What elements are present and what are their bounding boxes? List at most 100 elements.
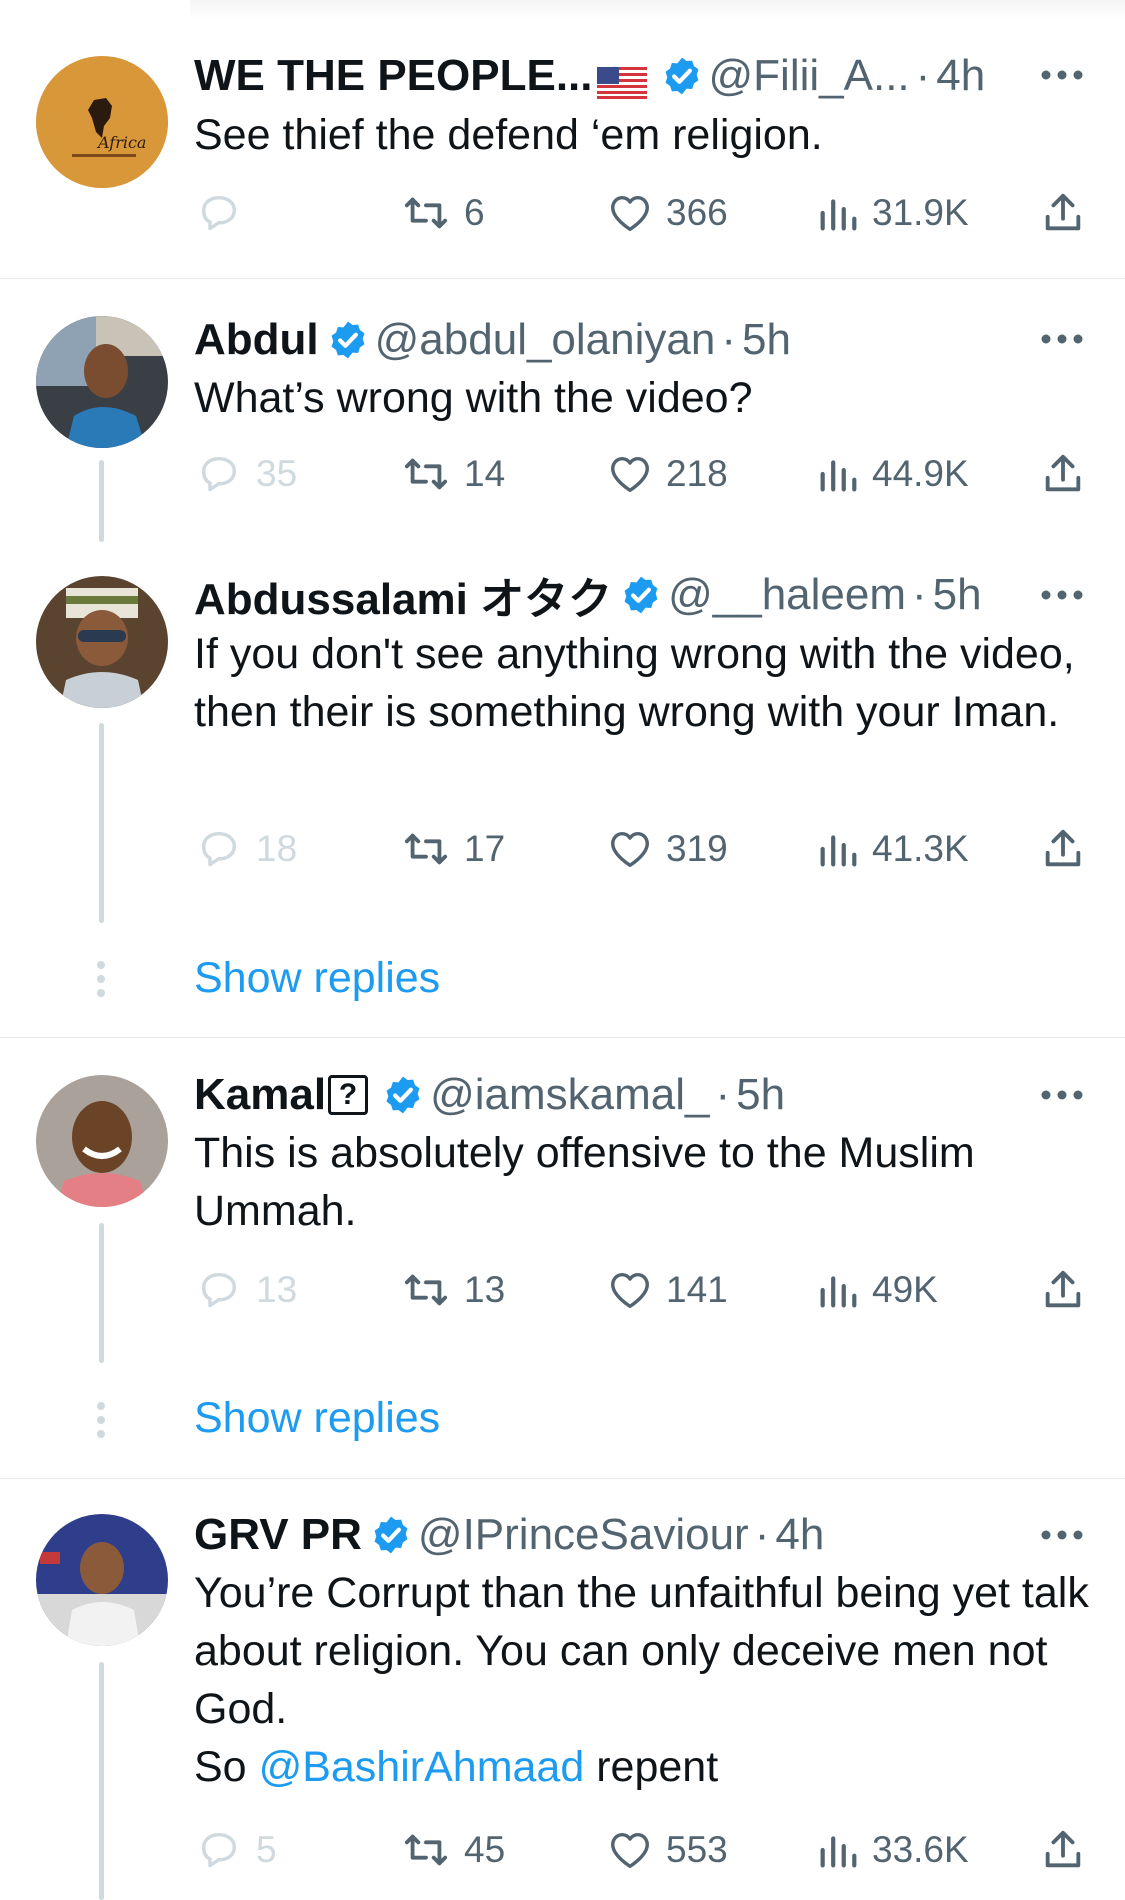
like-button[interactable]: 319 xyxy=(606,819,728,879)
retweet-button[interactable]: 6 xyxy=(400,183,485,243)
retweet-button[interactable]: 13 xyxy=(400,1260,505,1320)
views-button[interactable]: 49K xyxy=(816,1260,938,1320)
share-button[interactable] xyxy=(1040,1820,1086,1880)
like-button[interactable]: 218 xyxy=(606,444,728,504)
like-button[interactable]: 366 xyxy=(606,183,728,243)
avatar[interactable]: Africa xyxy=(36,56,168,188)
views-icon xyxy=(820,835,857,867)
avatar[interactable] xyxy=(36,316,168,448)
user-handle[interactable]: @iamskamal_ xyxy=(430,1070,709,1120)
views-count: 41.3K xyxy=(872,828,969,869)
show-replies-link[interactable]: Show replies xyxy=(194,949,440,1007)
thread-line xyxy=(99,1662,104,1900)
reply-button[interactable] xyxy=(196,183,256,243)
views-count: 49K xyxy=(872,1269,938,1310)
action-bar: 13 13 141 49K xyxy=(194,1260,1094,1320)
retweet-icon xyxy=(404,1834,448,1866)
reply-button[interactable]: 5 xyxy=(196,1820,277,1880)
tweet[interactable]: Abdussalami オタク @__haleem · 5h If you do… xyxy=(0,540,1125,1035)
timestamp[interactable]: 4h xyxy=(936,51,985,101)
reply-count: 13 xyxy=(256,1269,298,1310)
share-button[interactable] xyxy=(1040,819,1086,879)
views-button[interactable]: 41.3K xyxy=(816,819,969,879)
reply-button[interactable]: 13 xyxy=(196,1260,297,1320)
avatar[interactable] xyxy=(36,1514,168,1646)
reply-icon xyxy=(201,195,237,231)
user-handle[interactable]: @IPrinceSaviour xyxy=(418,1510,749,1560)
user-handle[interactable]: @__haleem xyxy=(668,570,906,620)
tweet-text-main: You’re Corrupt than the unfaithful being… xyxy=(194,1569,1089,1733)
separator-dot: · xyxy=(715,1070,731,1119)
share-button[interactable] xyxy=(1040,1260,1086,1320)
reply-button[interactable]: 18 xyxy=(196,819,297,879)
timestamp[interactable]: 4h xyxy=(775,1510,824,1560)
timestamp[interactable]: 5h xyxy=(736,1070,785,1120)
like-count: 141 xyxy=(666,1269,728,1310)
thread-line xyxy=(99,1223,104,1363)
retweet-icon xyxy=(404,197,448,229)
mention-link[interactable]: @BashirAhmaad xyxy=(259,1743,585,1791)
timestamp[interactable]: 5h xyxy=(742,315,791,365)
share-button[interactable] xyxy=(1040,444,1086,504)
like-count: 366 xyxy=(666,192,728,233)
views-count: 44.9K xyxy=(872,453,969,494)
separator-dot: · xyxy=(915,51,931,100)
tweet-text: See thief the defend ‘em religion. xyxy=(194,111,823,159)
retweet-icon xyxy=(404,458,448,490)
tweet-text: If you don't see anything wrong with the… xyxy=(194,630,1075,736)
more-options-icon[interactable] xyxy=(1039,1088,1085,1102)
retweet-button[interactable]: 17 xyxy=(400,819,505,879)
display-name[interactable]: Abdussalami オタク xyxy=(194,563,612,627)
like-count: 319 xyxy=(666,828,728,869)
reply-icon xyxy=(201,1832,237,1868)
like-icon xyxy=(611,831,649,868)
tweet[interactable]: Kamal ? @iamskamal_ · 5h This is absolut… xyxy=(0,1038,1125,1478)
display-name[interactable]: WE THE PEOPLE... xyxy=(194,51,593,101)
reply-count: 18 xyxy=(256,828,298,869)
user-handle[interactable]: @abdul_olaniyan xyxy=(375,315,716,365)
display-name[interactable]: GRV PR xyxy=(194,1510,362,1560)
retweet-button[interactable]: 45 xyxy=(400,1820,505,1880)
more-options-icon[interactable] xyxy=(1039,332,1085,346)
like-count: 553 xyxy=(666,1829,728,1870)
tweet-header: Kamal ? @iamskamal_ · 5h xyxy=(194,1065,785,1125)
views-button[interactable]: 33.6K xyxy=(816,1820,969,1880)
tweet[interactable]: GRV PR @IPrinceSaviour · 4h You’re Corru… xyxy=(0,1479,1125,1900)
action-bar: 35 14 218 44.9K xyxy=(194,444,1094,504)
share-button[interactable] xyxy=(1040,183,1086,243)
views-button[interactable]: 31.9K xyxy=(816,183,969,243)
us-flag-icon xyxy=(596,60,647,99)
reply-icon xyxy=(201,1272,237,1308)
retweet-count: 14 xyxy=(464,453,506,494)
views-button[interactable]: 44.9K xyxy=(816,444,969,504)
more-options-icon[interactable] xyxy=(1039,68,1085,82)
tweet-text: You’re Corrupt than the unfaithful being… xyxy=(194,1564,1094,1796)
avatar[interactable] xyxy=(36,576,168,708)
views-count: 33.6K xyxy=(872,1829,969,1870)
display-name[interactable]: Kamal xyxy=(194,1070,326,1120)
unsupported-glyph-box: ? xyxy=(328,1075,369,1115)
more-options-icon[interactable] xyxy=(1039,1528,1085,1542)
show-replies-link[interactable]: Show replies xyxy=(194,1389,440,1447)
tweet-text-so: So xyxy=(194,1743,247,1791)
like-button[interactable]: 141 xyxy=(606,1260,728,1320)
retweet-icon xyxy=(404,833,448,865)
verified-badge-icon xyxy=(370,1514,412,1556)
more-options-icon[interactable] xyxy=(1039,588,1085,602)
retweet-count: 45 xyxy=(464,1829,506,1870)
like-button[interactable]: 553 xyxy=(606,1820,728,1880)
tweet[interactable]: Abdul @abdul_olaniyan · 5h What’s wrong … xyxy=(0,279,1125,542)
avatar[interactable] xyxy=(36,1075,168,1207)
user-handle[interactable]: @Filii_A... xyxy=(709,51,910,101)
separator-dot: · xyxy=(754,1510,770,1559)
like-icon xyxy=(611,1272,649,1309)
share-icon xyxy=(1045,1830,1081,1868)
reply-button[interactable]: 35 xyxy=(196,444,297,504)
retweet-button[interactable]: 14 xyxy=(400,444,505,504)
tweet[interactable]: Africa WE THE PEOPLE... @Filii_A... · 4h… xyxy=(0,0,1125,278)
timestamp[interactable]: 5h xyxy=(933,570,982,620)
verified-badge-icon xyxy=(661,55,703,97)
reply-count: 5 xyxy=(256,1829,277,1870)
display-name[interactable]: Abdul xyxy=(194,315,319,365)
tweet-header: GRV PR @IPrinceSaviour · 4h xyxy=(194,1505,824,1565)
